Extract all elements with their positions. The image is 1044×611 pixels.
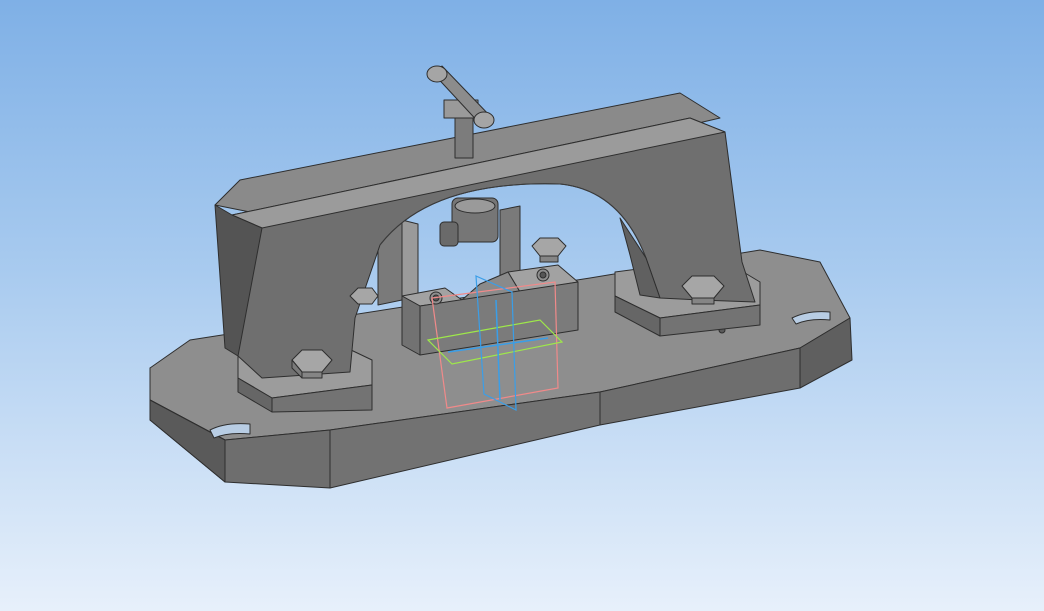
- 3d-viewport[interactable]: [0, 0, 1044, 611]
- hex-bolt-right-rear[interactable]: [531, 237, 567, 263]
- cad-model-scene[interactable]: [0, 0, 1044, 611]
- pressure-pad[interactable]: [439, 197, 499, 247]
